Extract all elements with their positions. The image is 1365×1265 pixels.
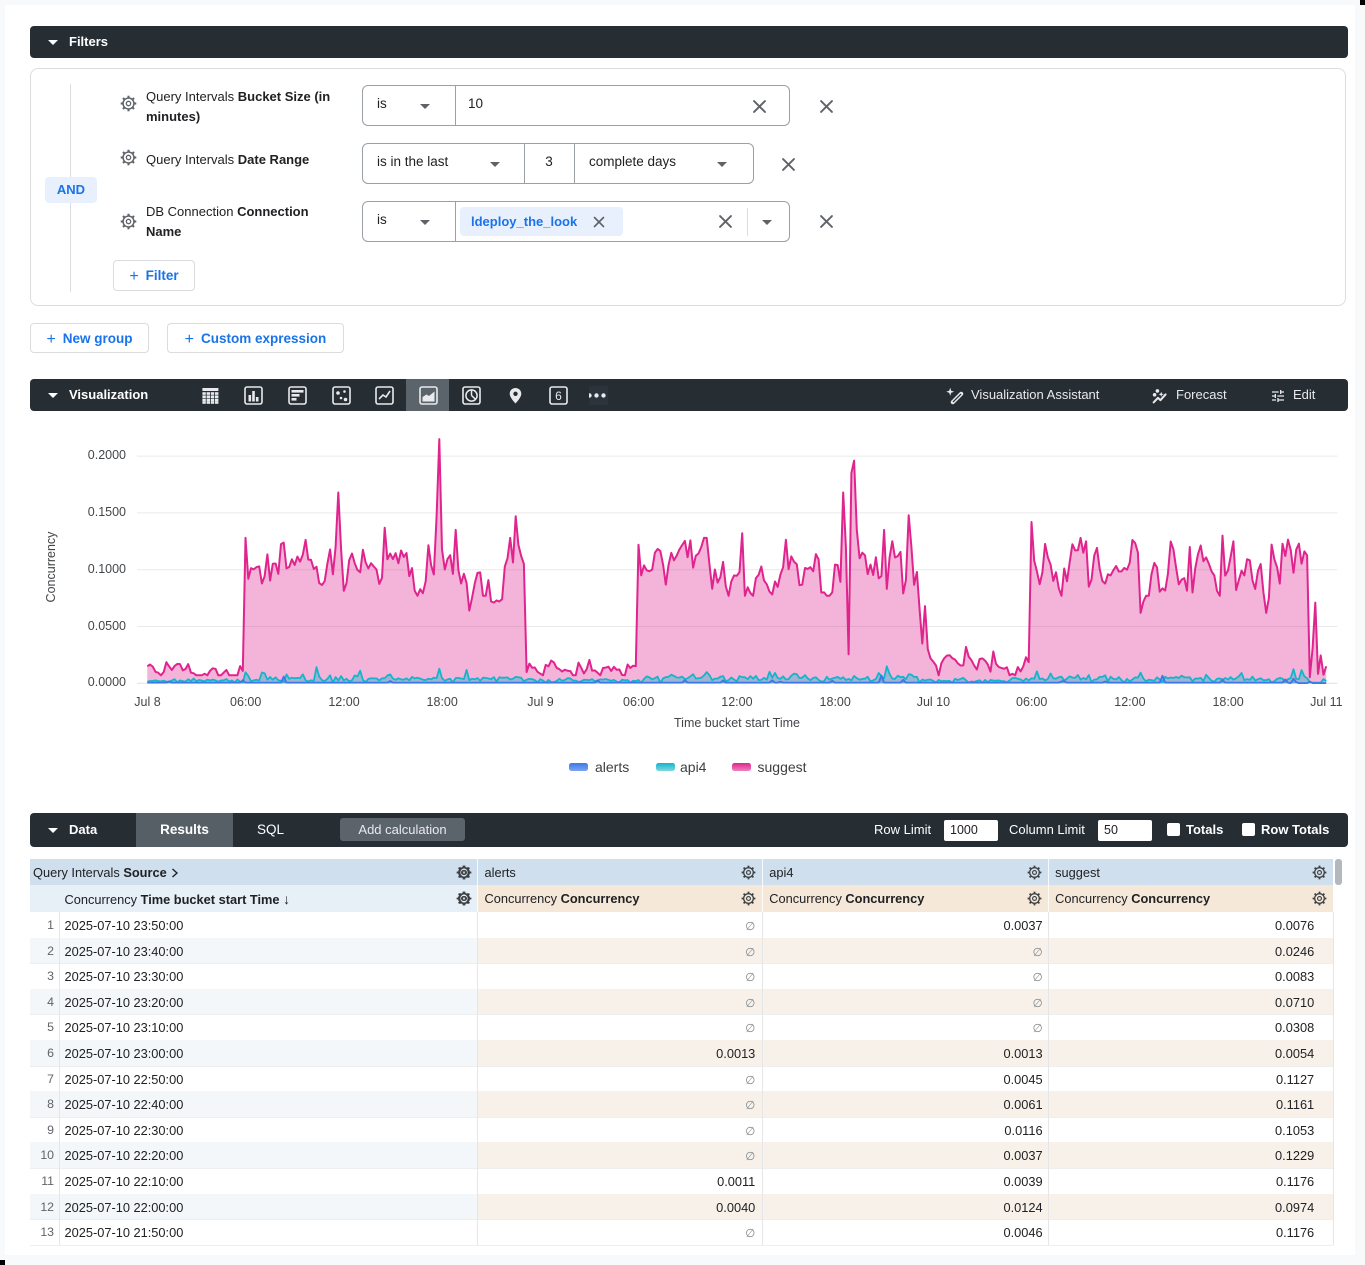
svg-text:6: 6 [555, 389, 562, 403]
